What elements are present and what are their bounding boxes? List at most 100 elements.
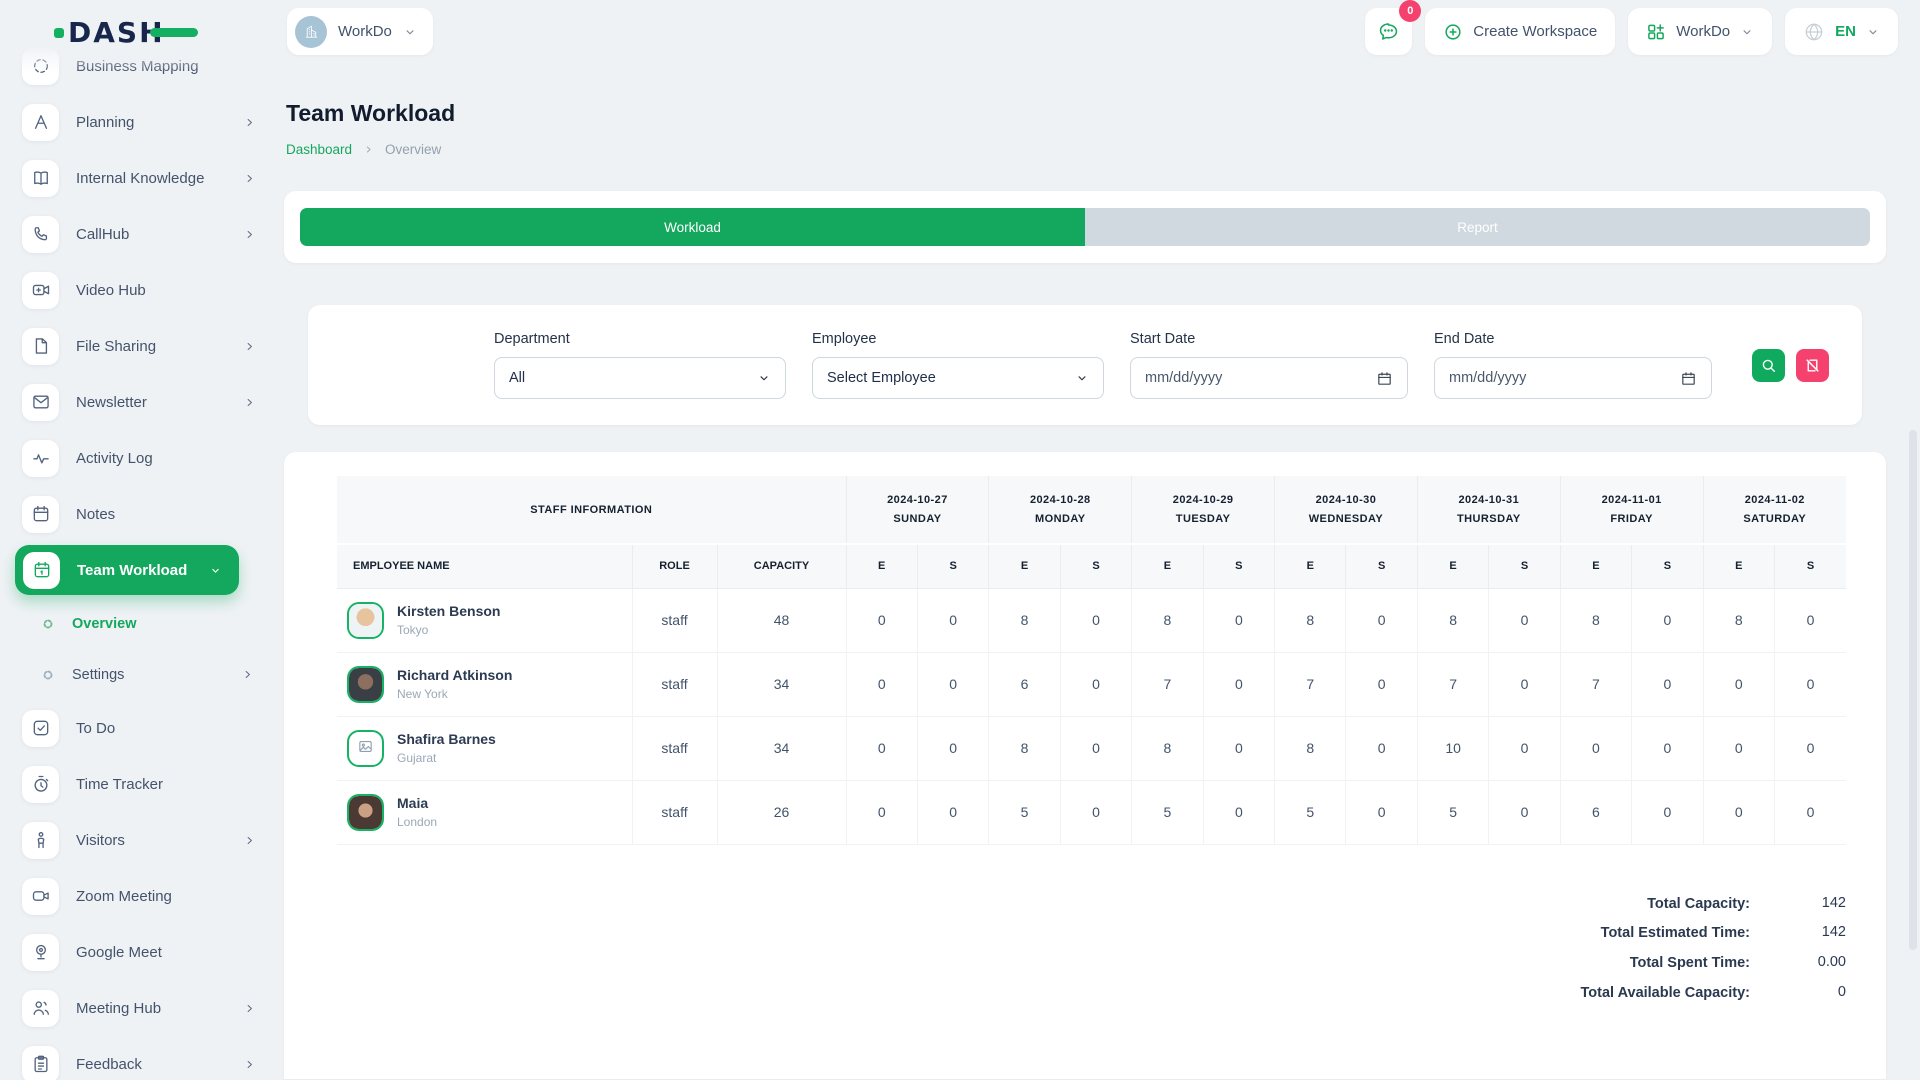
sidebar-item-feedback[interactable]: Feedback: [0, 1036, 284, 1080]
estimated-cell: 8: [1560, 588, 1631, 652]
estimated-cell: 0: [846, 588, 917, 652]
sidebar-item-meeting-hub[interactable]: Meeting Hub: [0, 980, 284, 1036]
end-date-placeholder: mm/dd/yyyy: [1449, 370, 1526, 386]
chevron-down-icon: [1740, 25, 1754, 39]
spent-cell: 0: [1203, 652, 1274, 716]
spent-cell: 0: [1489, 780, 1560, 844]
employee-location: New York: [397, 687, 512, 701]
workdo-menu-button[interactable]: WorkDo: [1628, 8, 1772, 55]
language-code: EN: [1835, 23, 1856, 40]
estimated-cell: 8: [1703, 588, 1774, 652]
spent-cell: 0: [1346, 588, 1417, 652]
tab-report[interactable]: Report: [1085, 208, 1870, 246]
webcam-icon: [22, 934, 59, 971]
calendar-icon: [1680, 370, 1697, 387]
sidebar-item-label: Internal Knowledge: [76, 170, 226, 187]
end-date-input[interactable]: mm/dd/yyyy: [1434, 357, 1712, 399]
employee-name-cell: Kirsten Benson Tokyo: [337, 588, 632, 652]
day-date: 2024-10-31: [1418, 491, 1560, 510]
chevron-right-icon: [243, 834, 256, 847]
sidebar-item-label: Newsletter: [76, 394, 226, 411]
estimated-cell: 6: [1560, 780, 1631, 844]
tab-workload[interactable]: Workload: [300, 208, 1085, 246]
spent-cell: 0: [1775, 652, 1847, 716]
employee-row: Richard Atkinson New York staff 34006070…: [337, 652, 1846, 716]
start-date-input[interactable]: mm/dd/yyyy: [1130, 357, 1408, 399]
file-icon: [22, 328, 59, 365]
search-button[interactable]: [1752, 349, 1785, 382]
day-weekday: FRIDAY: [1561, 510, 1703, 529]
total-label: Total Spent Time:: [1630, 954, 1750, 973]
day-weekday: THURSDAY: [1418, 510, 1560, 529]
role-cell: staff: [632, 588, 717, 652]
day-column-header: 2024-11-01FRIDAY: [1560, 476, 1703, 544]
estimated-cell: 5: [1275, 780, 1346, 844]
sidebar-item-video-hub[interactable]: Video Hub: [0, 262, 284, 318]
total-label: Total Estimated Time:: [1601, 924, 1750, 943]
sub-column-header-e: E: [1703, 544, 1774, 588]
sub-column-header-s: S: [1632, 544, 1703, 588]
day-weekday: WEDNESDAY: [1275, 510, 1417, 529]
employee-name: Maia: [397, 795, 437, 811]
reset-filters-button[interactable]: [1796, 349, 1829, 382]
day-column-header: 2024-10-31THURSDAY: [1417, 476, 1560, 544]
sidebar-item-zoom-meeting[interactable]: Zoom Meeting: [0, 868, 284, 924]
sidebar-item-visitors[interactable]: Visitors: [0, 812, 284, 868]
day-date: 2024-11-01: [1561, 491, 1703, 510]
sidebar-item-team-workload[interactable]: Team Workload: [15, 545, 239, 595]
sidebar-item-settings[interactable]: Settings: [0, 649, 284, 700]
sidebar-item-label: Feedback: [76, 1056, 226, 1073]
breadcrumb-dashboard-link[interactable]: Dashboard: [286, 142, 352, 157]
employee-row: Maia London staff 2600505050506000: [337, 780, 1846, 844]
main-content: Team Workload Dashboard Overview Workloa…: [284, 60, 1886, 1079]
filter-card: Department All Employee Select Employee …: [308, 305, 1862, 425]
spent-cell: 0: [1632, 716, 1703, 780]
sidebar-item-newsletter[interactable]: Newsletter: [0, 374, 284, 430]
sidebar-item-business-mapping[interactable]: Business Mapping: [0, 46, 284, 94]
employee-select[interactable]: Select Employee: [812, 357, 1104, 399]
spent-cell: 0: [1203, 588, 1274, 652]
employee-location: Tokyo: [397, 623, 500, 637]
app-logo: DASH: [54, 16, 198, 49]
column-header-employee-name: EMPLOYEE NAME: [337, 544, 632, 588]
estimated-cell: 5: [1132, 780, 1203, 844]
day-date: 2024-10-28: [989, 491, 1131, 510]
sidebar-item-planning[interactable]: Planning: [0, 94, 284, 150]
employee-row: Kirsten Benson Tokyo staff 4800808080808…: [337, 588, 1846, 652]
page-scrollbar-thumb[interactable]: [1909, 430, 1917, 950]
department-select[interactable]: All: [494, 357, 786, 399]
sidebar-item-to-do[interactable]: To Do: [0, 700, 284, 756]
sidebar-item-google-meet[interactable]: Google Meet: [0, 924, 284, 980]
sub-column-header-e: E: [1275, 544, 1346, 588]
language-selector[interactable]: EN: [1785, 8, 1898, 55]
estimated-cell: 8: [989, 588, 1060, 652]
workspace-avatar: [295, 16, 327, 48]
header-actions: 0 Create Workspace WorkDo EN: [1365, 8, 1898, 55]
sidebar-item-internal-knowledge[interactable]: Internal Knowledge: [0, 150, 284, 206]
workspace-selector[interactable]: WorkDo: [287, 8, 433, 55]
sidebar-item-time-tracker[interactable]: Time Tracker: [0, 756, 284, 812]
role-cell: staff: [632, 780, 717, 844]
create-workspace-button[interactable]: Create Workspace: [1425, 8, 1615, 55]
chevron-right-icon: [243, 1058, 256, 1071]
employee-photo: [349, 796, 382, 829]
sidebar-item-file-sharing[interactable]: File Sharing: [0, 318, 284, 374]
estimated-cell: 7: [1417, 652, 1488, 716]
sidebar-item-label: Activity Log: [76, 450, 256, 467]
clipboard-icon: [22, 1046, 59, 1080]
clear-filter-icon: [1804, 357, 1821, 374]
department-value: All: [509, 370, 525, 386]
employee-row: Shafira Barnes Gujarat staff 34008080801…: [337, 716, 1846, 780]
employee-name-cell: Maia London: [337, 780, 632, 844]
spent-cell: 0: [1060, 716, 1131, 780]
chat-icon: [1377, 20, 1400, 43]
donut-icon: [41, 617, 55, 631]
phone-icon: [22, 216, 59, 253]
department-label: Department: [494, 331, 786, 347]
sidebar-item-overview[interactable]: Overview: [0, 598, 284, 649]
sidebar-item-notes[interactable]: Notes: [0, 486, 284, 542]
employee-name: Richard Atkinson: [397, 667, 512, 683]
sidebar-item-activity-log[interactable]: Activity Log: [0, 430, 284, 486]
sidebar-item-callhub[interactable]: CallHub: [0, 206, 284, 262]
messages-button[interactable]: 0: [1365, 8, 1412, 55]
